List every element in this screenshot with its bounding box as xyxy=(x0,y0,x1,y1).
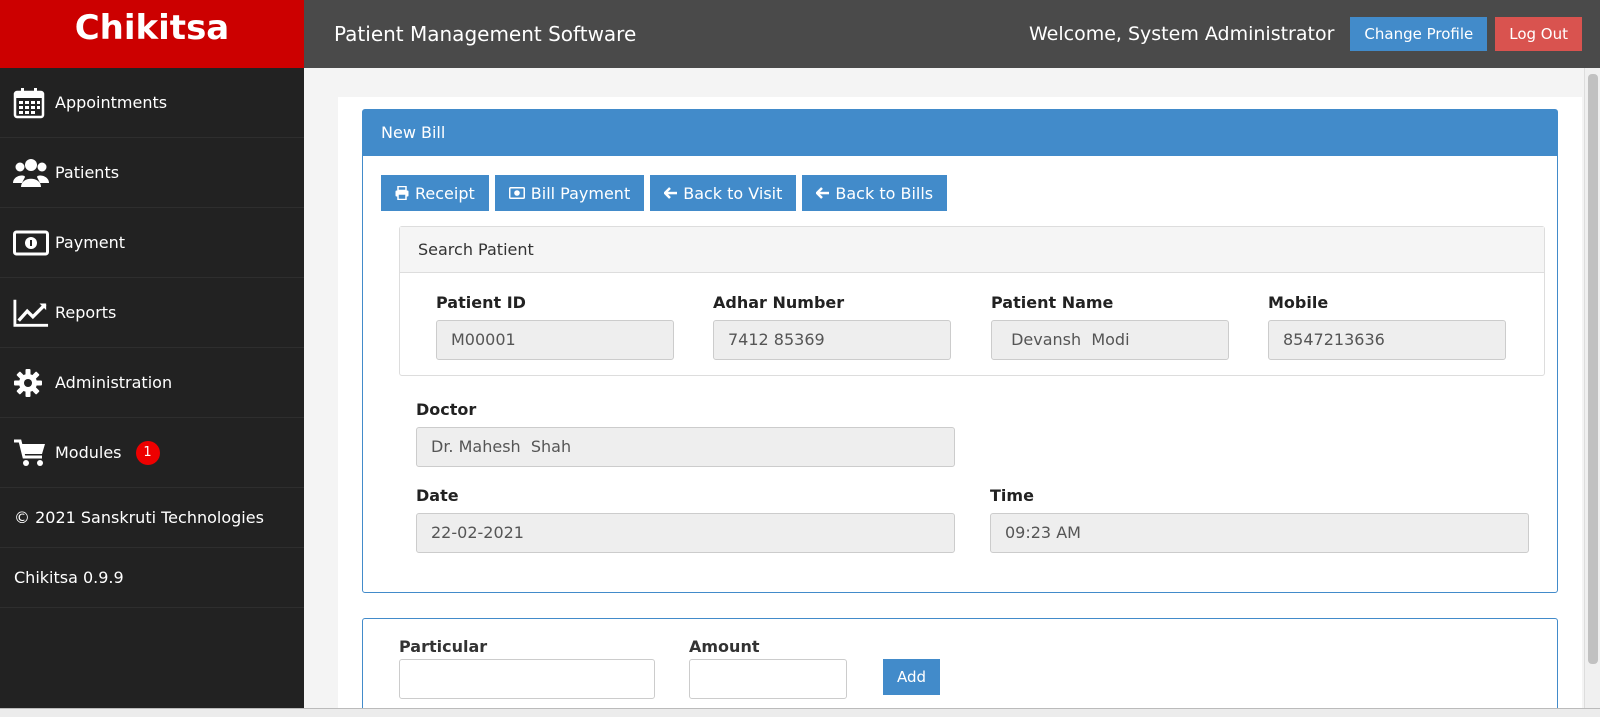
amount-field: Amount xyxy=(689,637,847,699)
main-content: New Bill Receipt Bill Payment Back to Vi… xyxy=(338,97,1582,717)
particular-label: Particular xyxy=(399,637,488,656)
sidebar-item-reports[interactable]: Reports xyxy=(0,278,304,348)
copyright-text: © 2021 Sanskruti Technologies xyxy=(0,488,304,548)
adhar-number-label: Adhar Number xyxy=(713,293,845,312)
date-input[interactable]: 22-02-2021 xyxy=(416,513,955,553)
amount-input[interactable] xyxy=(689,659,847,699)
amount-label: Amount xyxy=(689,637,760,656)
panel-title: New Bill xyxy=(363,110,1557,156)
logout-button[interactable]: Log Out xyxy=(1495,17,1582,51)
sidebar-item-patients[interactable]: Patients xyxy=(0,138,304,208)
bill-action-buttons: Receipt Bill Payment Back to Visit Back … xyxy=(381,175,953,211)
time-field: Time 09:23 AM xyxy=(990,486,1529,553)
bottom-status-strip xyxy=(0,708,1600,717)
back-to-visit-button[interactable]: Back to Visit xyxy=(650,175,797,211)
sidebar: Appointments Patients Payment Reports Ad… xyxy=(0,68,304,708)
back-to-visit-button-label: Back to Visit xyxy=(683,183,783,203)
calendar-icon xyxy=(13,86,49,120)
doctor-input[interactable]: Dr. Mahesh Shah xyxy=(416,427,955,467)
arrow-left-icon xyxy=(816,187,830,199)
print-icon xyxy=(395,186,409,200)
modules-count-badge: 1 xyxy=(135,440,160,465)
sidebar-item-label: Reports xyxy=(55,303,117,322)
version-text: Chikitsa 0.9.9 xyxy=(0,548,304,608)
money-icon xyxy=(13,226,49,260)
mobile-input[interactable]: 8547213636 xyxy=(1268,320,1506,360)
receipt-button-label: Receipt xyxy=(415,183,475,203)
time-label: Time xyxy=(990,486,1034,505)
patient-name-input[interactable]: Devansh Modi xyxy=(991,320,1229,360)
mobile-label: Mobile xyxy=(1268,293,1329,312)
new-bill-panel: New Bill Receipt Bill Payment Back to Vi… xyxy=(362,109,1558,593)
scrollbar-thumb[interactable] xyxy=(1588,74,1598,664)
particular-field: Particular xyxy=(399,637,655,699)
money-icon xyxy=(508,187,525,199)
sidebar-item-label: Payment xyxy=(55,233,126,252)
receipt-button[interactable]: Receipt xyxy=(381,175,489,211)
adhar-number-input[interactable]: 7412 85369 xyxy=(713,320,951,360)
app-title: Patient Management Software xyxy=(334,22,637,46)
sidebar-item-label: Modules xyxy=(55,443,122,462)
line-chart-icon xyxy=(13,296,49,330)
sidebar-item-modules[interactable]: Modules 1 xyxy=(0,418,304,488)
doctor-label: Doctor xyxy=(416,400,477,419)
sidebar-item-appointments[interactable]: Appointments xyxy=(0,68,304,138)
vertical-scrollbar[interactable] xyxy=(1584,68,1600,708)
change-profile-button[interactable]: Change Profile xyxy=(1350,17,1488,51)
brand-logo[interactable]: Chikitsa xyxy=(0,0,304,68)
mobile-field: Mobile 8547213636 xyxy=(1268,293,1506,360)
top-right-actions: Welcome, System Administrator Change Pro… xyxy=(1029,17,1582,51)
back-to-bills-button[interactable]: Back to Bills xyxy=(802,175,948,211)
patient-id-field: Patient ID M00001 xyxy=(436,293,674,360)
sidebar-item-payment[interactable]: Payment xyxy=(0,208,304,278)
bill-items-panel: Particular Amount Add xyxy=(362,618,1558,717)
patient-name-label: Patient Name xyxy=(991,293,1114,312)
bill-payment-button[interactable]: Bill Payment xyxy=(494,175,645,211)
sidebar-item-label: Patients xyxy=(55,163,120,182)
search-patient-heading: Search Patient xyxy=(400,227,1544,273)
adhar-number-field: Adhar Number 7412 85369 xyxy=(713,293,951,360)
time-input[interactable]: 09:23 AM xyxy=(990,513,1529,553)
gear-icon xyxy=(13,366,49,400)
top-bar: Patient Management Software Welcome, Sys… xyxy=(304,0,1600,68)
particular-input[interactable] xyxy=(399,659,655,699)
sidebar-item-label: Administration xyxy=(55,373,173,392)
date-label: Date xyxy=(416,486,459,505)
patient-id-input[interactable]: M00001 xyxy=(436,320,674,360)
date-field: Date 22-02-2021 xyxy=(416,486,955,553)
cart-icon xyxy=(13,436,49,470)
sidebar-item-label: Appointments xyxy=(55,93,168,112)
patient-id-label: Patient ID xyxy=(436,293,526,312)
bill-payment-button-label: Bill Payment xyxy=(530,183,631,203)
arrow-left-icon xyxy=(664,187,678,199)
users-icon xyxy=(13,156,49,190)
back-to-bills-button-label: Back to Bills xyxy=(835,183,934,203)
search-patient-panel: Search Patient Patient ID M00001 Adhar N… xyxy=(399,226,1545,376)
welcome-text: Welcome, System Administrator xyxy=(1028,23,1335,45)
add-button[interactable]: Add xyxy=(883,659,940,695)
doctor-field: Doctor Dr. Mahesh Shah xyxy=(416,400,955,467)
patient-name-field: Patient Name Devansh Modi xyxy=(991,293,1229,360)
sidebar-item-administration[interactable]: Administration xyxy=(0,348,304,418)
